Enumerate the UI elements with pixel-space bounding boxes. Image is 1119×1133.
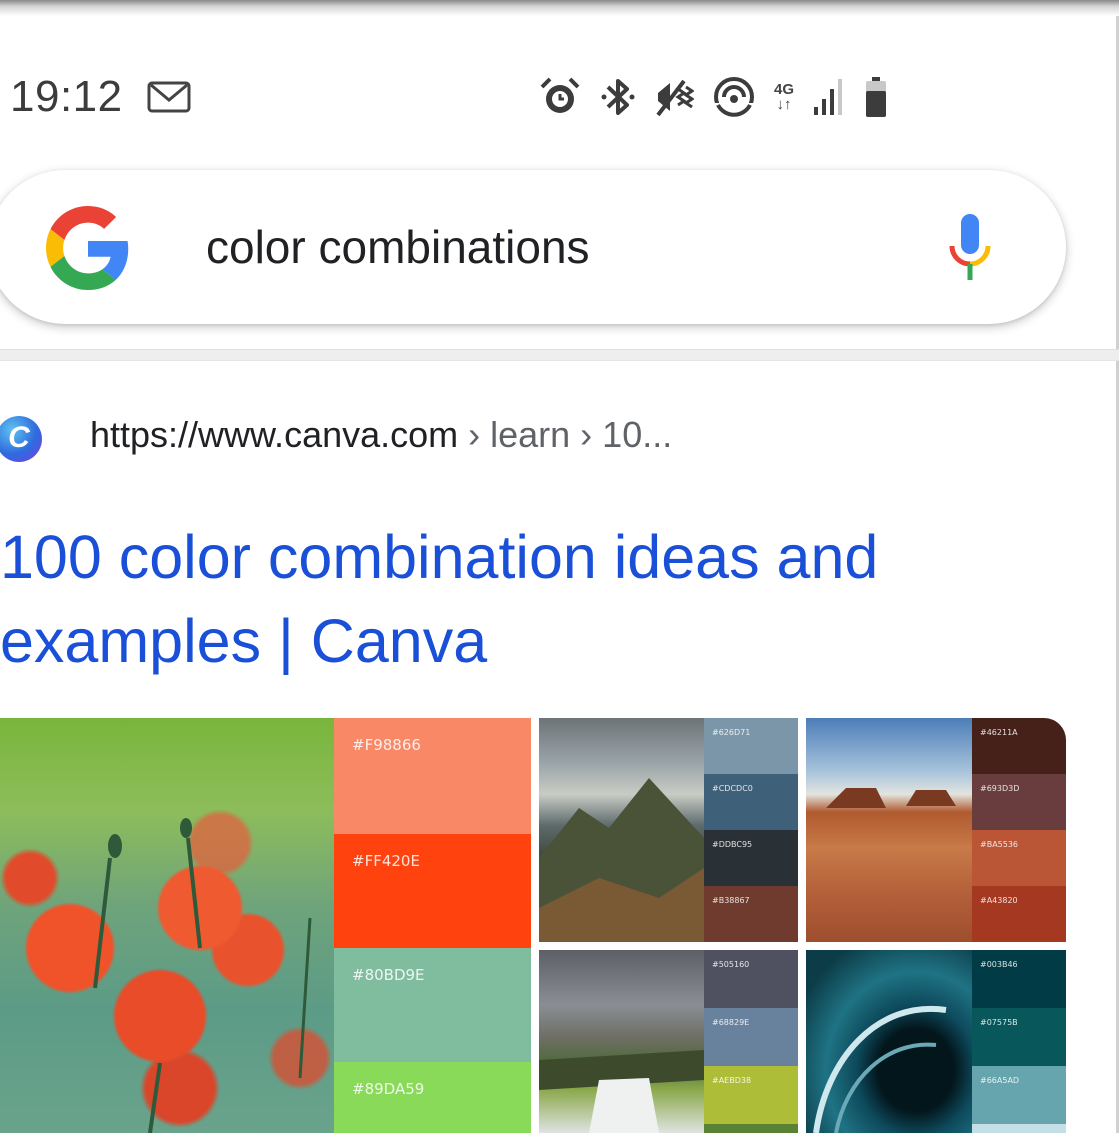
network-type-label: 4G — [774, 81, 795, 98]
palette-swatch: #89DA59 — [334, 1062, 531, 1133]
palette-swatch: #AEBD38 — [704, 1066, 798, 1124]
window-top-edge — [0, 0, 1119, 16]
mountain-silhouette — [539, 778, 704, 942]
waterfall-photo — [539, 950, 704, 1133]
search-input[interactable]: color combinations — [206, 220, 590, 274]
palette-swatch: #B38867 — [704, 886, 798, 942]
mic-icon[interactable] — [946, 212, 994, 284]
mountains-photo — [539, 718, 704, 942]
palette-swatch: #BA5536 — [972, 830, 1066, 886]
palette-swatch: #80BD9E — [334, 948, 531, 1062]
canva-favicon-icon[interactable]: C — [0, 416, 42, 462]
palette-swatch: #CDCDC0 — [704, 774, 798, 830]
palette-swatch: #003B46 — [972, 950, 1066, 1008]
network-4g-icon: 4G ↓↑ — [774, 82, 794, 112]
desert-photo — [806, 718, 972, 942]
result-title-line2[interactable]: examples | Canva — [0, 599, 1000, 683]
palette-swatch: #07575B — [972, 1008, 1066, 1066]
palette-swatch: #DDBC95 — [704, 830, 798, 886]
palette-swatch: #626D71 — [704, 718, 798, 774]
result-url-host[interactable]: https://www.canva.com — [90, 414, 458, 455]
status-icons: 4G ↓↑ — [538, 72, 906, 122]
wave-curl — [813, 1005, 947, 1133]
result-title-line1[interactable]: 100 color combination ideas and — [0, 515, 1000, 599]
collage-gutter — [798, 718, 806, 1133]
vibrate-icon — [654, 75, 694, 119]
palette-swatch: #46211A — [972, 718, 1066, 774]
palette-swatch: #693D3D — [972, 774, 1066, 830]
palette-swatch: #C4DFE6 — [972, 1124, 1066, 1133]
palette-swatch: #A43820 — [972, 886, 1066, 942]
result-title-link[interactable]: 100 color combination ideas and examples… — [0, 515, 1000, 683]
data-arrows-icon: ↓↑ — [776, 96, 792, 113]
collage-gutter — [539, 942, 1066, 950]
alarm-icon — [538, 75, 582, 119]
palette-swatch: #598234 — [704, 1124, 798, 1133]
falls-shape — [539, 1050, 704, 1133]
status-bar: 19:12 4G ↓↑ — [0, 60, 1119, 132]
hotspot-icon — [712, 75, 756, 119]
palette-swatch: #F98866 — [334, 718, 531, 834]
poppies-photo — [0, 718, 334, 1133]
result-url[interactable]: https://www.canva.com › learn › 10... — [90, 414, 672, 456]
poppy-stems — [93, 818, 312, 1133]
google-g-icon[interactable] — [46, 206, 130, 290]
status-time: 19:12 — [10, 72, 123, 121]
signal-icon — [812, 77, 846, 117]
palette-swatch: #FF420E — [334, 834, 531, 948]
palette-swatch: #505160 — [704, 950, 798, 1008]
gmail-icon — [147, 81, 191, 113]
wave-photo — [806, 950, 972, 1133]
collage-gutter — [531, 718, 539, 1133]
mesa-silhouette — [826, 788, 956, 808]
result-image-collage[interactable]: #F98866 #FF420E #80BD9E #89DA59 #626D71 … — [0, 718, 1066, 1133]
palette-swatch: #66A5AD — [972, 1066, 1066, 1124]
search-bar[interactable]: color combinations — [0, 170, 1066, 324]
battery-icon — [864, 75, 888, 119]
bluetooth-icon — [600, 75, 636, 119]
results-divider — [0, 349, 1119, 361]
result-url-path[interactable]: › learn › 10... — [458, 414, 672, 455]
palette-swatch: #68829E — [704, 1008, 798, 1066]
